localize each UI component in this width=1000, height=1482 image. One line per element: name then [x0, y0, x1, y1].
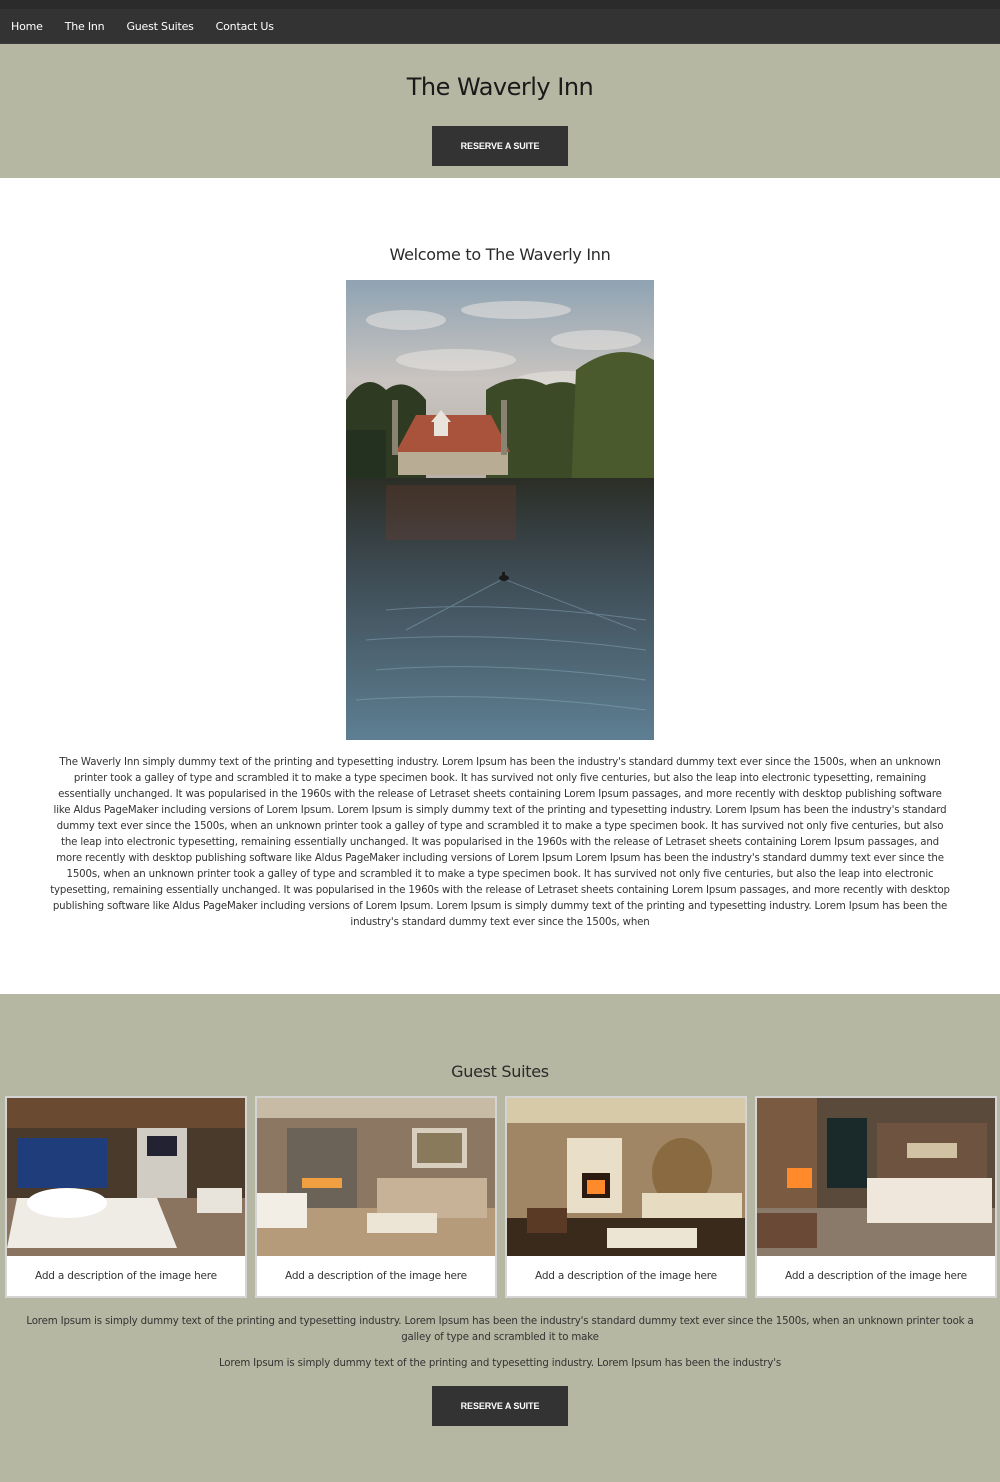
suite-card[interactable]: Add a description of the image here: [5, 1096, 247, 1298]
suite-caption: Add a description of the image here: [535, 1270, 717, 1282]
guest-suites-section: Guest Suites Add a description of the im…: [0, 994, 1000, 1482]
reserve-suite-button-top[interactable]: RESERVE A SUITE: [432, 126, 568, 166]
suite-photo-modern-bedroom: [7, 1098, 245, 1256]
suite-caption: Add a description of the image here: [35, 1270, 217, 1282]
suite-photo-tufted-bed-suite: [507, 1098, 745, 1256]
suite-caption: Add a description of the image here: [285, 1270, 467, 1282]
suite-caption: Add a description of the image here: [785, 1270, 967, 1282]
suite-card[interactable]: Add a description of the image here: [755, 1096, 997, 1298]
welcome-heading: Welcome to The Waverly Inn: [389, 245, 611, 264]
lake-cottage-photo: [346, 280, 654, 740]
reserve-suite-button-bottom[interactable]: RESERVE A SUITE: [432, 1386, 568, 1426]
top-navigation-bar: Home The Inn Guest Suites Contact Us: [0, 0, 1000, 44]
suite-card[interactable]: Add a description of the image here: [255, 1096, 497, 1298]
suites-paragraph-2: Lorem Ipsum is simply dummy text of the …: [218, 1358, 782, 1369]
suite-card[interactable]: Add a description of the image here: [505, 1096, 747, 1298]
hero-header: The Waverly Inn RESERVE A SUITE: [0, 44, 1000, 178]
guest-suites-heading: Guest Suites: [451, 1062, 549, 1081]
nav-item-guest-suites[interactable]: Guest Suites: [115, 9, 204, 44]
main-nav: Home The Inn Guest Suites Contact Us: [0, 9, 1000, 44]
suite-photo-brick-wall-bedroom: [757, 1098, 995, 1256]
welcome-paragraph: The Waverly Inn simply dummy text of the…: [50, 757, 950, 928]
suite-photo-stone-fireplace-bedroom: [257, 1098, 495, 1256]
nav-item-the-inn[interactable]: The Inn: [54, 9, 116, 44]
nav-item-home[interactable]: Home: [0, 9, 54, 44]
site-title: The Waverly Inn: [406, 73, 594, 101]
suites-paragraph-1: Lorem Ipsum is simply dummy text of the …: [26, 1316, 974, 1343]
nav-item-contact-us[interactable]: Contact Us: [205, 9, 285, 44]
